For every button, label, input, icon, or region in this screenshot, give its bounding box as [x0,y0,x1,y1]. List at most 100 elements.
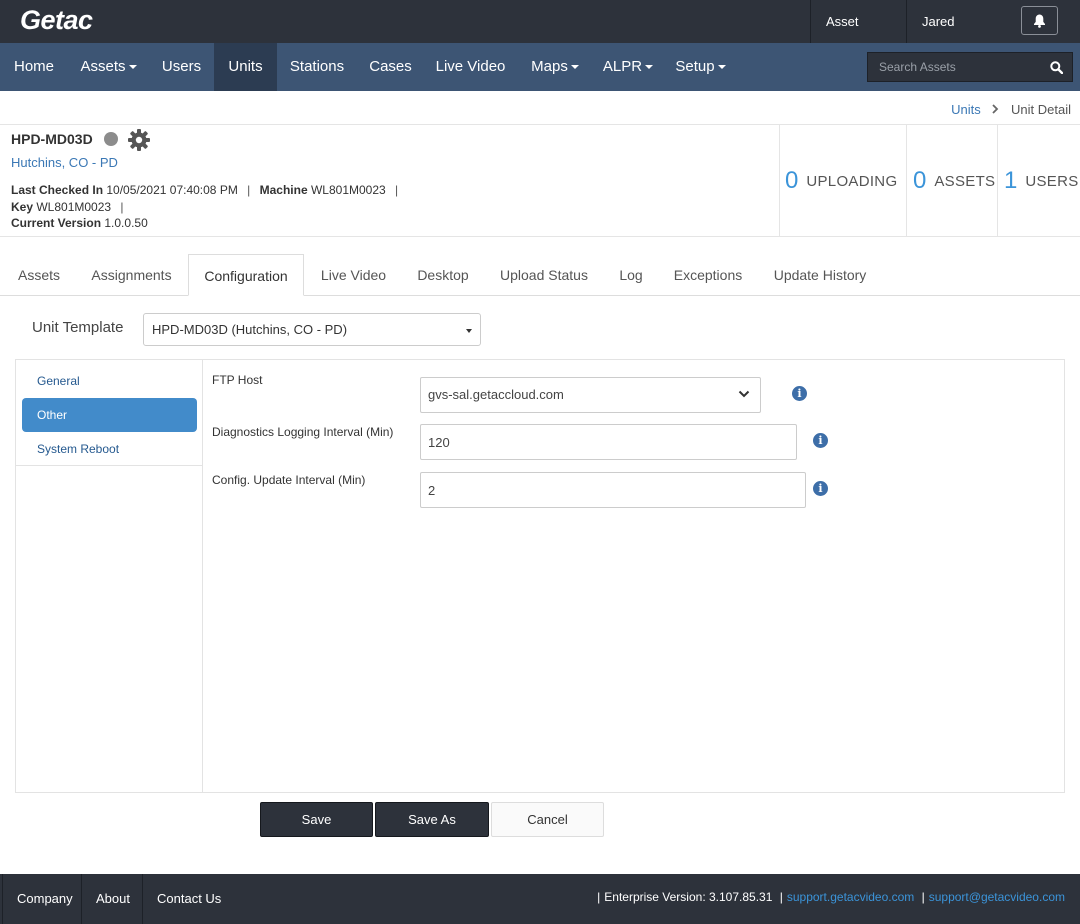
footer-support-email-link[interactable]: support@getacvideo.com [929,890,1065,904]
gear-icon [128,129,150,151]
nav-maps[interactable]: Maps [517,43,593,91]
diag-interval-input[interactable] [420,424,797,460]
tab-desktop[interactable]: Desktop [402,254,484,296]
asset-bucket-link[interactable]: Asset Bucket [810,0,906,72]
chevron-right-icon [992,102,1003,117]
section-other[interactable]: Other [22,398,197,432]
meta-separator: | [120,200,124,214]
footer: Company About Contact Us | Enterprise Ver… [0,874,1080,924]
nav-units[interactable]: Units [214,43,277,91]
unit-template-select[interactable]: HPD-MD03D (Hutchins, CO - PD) [143,313,481,346]
stat-assets-label: ASSETS [934,172,996,190]
footer-contact-link[interactable]: Contact Us [142,874,235,924]
config-interval-label: Config. Update Interval (Min) [212,473,366,487]
unit-name: HPD-MD03D [11,131,93,147]
getac-logo[interactable]: Getac [20,5,93,36]
meta-separator: | [247,183,251,197]
last-checked-value: 10/05/2021 07:40:08 PM [106,183,238,197]
stat-uploading[interactable]: 0 UPLOADING [779,125,906,237]
caret-down-icon [128,65,137,70]
unit-template-value: HPD-MD03D (Hutchins, CO - PD) [152,322,348,337]
tab-assets[interactable]: Assets [5,254,73,296]
footer-separator: | [921,890,925,904]
nav-live-video[interactable]: Live Video [424,43,517,91]
chevron-down-icon [738,390,750,398]
unit-template-label: Unit Template [32,319,124,336]
nav-alpr[interactable]: ALPR [593,43,663,91]
unit-meta-line-3: Current Version 1.0.0.50 [11,216,148,230]
save-as-button[interactable]: Save As [375,802,489,837]
search-button[interactable] [1040,53,1072,81]
section-system-reboot[interactable]: System Reboot [22,432,197,466]
tab-live-video[interactable]: Live Video [306,254,401,296]
nav-setup-label: Setup [675,58,715,75]
footer-separator: | [597,890,601,904]
tab-update-history[interactable]: Update History [758,254,882,296]
nav-users[interactable]: Users [149,43,214,91]
top-bar: Getac Asset Bucket Jared Hutchins [0,0,1080,72]
nav-cases[interactable]: Cases [357,43,424,91]
nav-setup[interactable]: Setup [663,43,738,91]
footer-separator: | [779,890,783,904]
footer-about-link[interactable]: About [81,874,144,924]
search-box [867,52,1073,82]
user-menu[interactable]: Jared Hutchins [906,0,1021,72]
nav-maps-label: Maps [531,58,568,75]
unit-meta-line-2: Key WL801M0023 | [11,200,130,214]
info-icon[interactable]: i [813,481,828,496]
notifications-button[interactable] [1021,6,1058,35]
tab-assignments[interactable]: Assignments [76,254,187,296]
stat-users-label: USERS [1025,172,1079,190]
breadcrumb-units-link[interactable]: Units [951,102,981,117]
stat-uploading-label: UPLOADING [806,172,898,190]
config-interval-input[interactable] [420,472,806,508]
bell-icon [1034,14,1045,28]
stat-assets-count: 0 [913,167,927,194]
divider [0,236,1080,237]
unit-meta-line-1: Last Checked In 10/05/2021 07:40:08 PM |… [11,183,404,197]
main-nav: Home Assets Users Units Stations Cases L… [0,43,1080,91]
search-input[interactable] [868,53,1038,81]
nav-home[interactable]: Home [0,43,68,91]
config-sidebar: General Other System Reboot [16,360,203,792]
tab-exceptions[interactable]: Exceptions [659,254,757,296]
diag-interval-label: Diagnostics Logging Interval (Min) [212,425,394,439]
footer-version: Enterprise Version: 3.107.85.31 [604,890,773,904]
breadcrumb-current: Unit Detail [1011,102,1071,117]
tab-configuration[interactable]: Configuration [188,254,304,296]
breadcrumb: Units Unit Detail [951,102,1071,117]
version-label: Current Version [11,216,102,230]
meta-separator: | [395,183,399,197]
info-icon[interactable]: i [813,433,828,448]
tab-upload-status[interactable]: Upload Status [485,254,603,296]
search-icon [1049,60,1063,74]
ftp-host-value: gvs-sal.getaccloud.com [428,387,564,402]
key-label: Key [11,200,34,214]
nav-assets-label: Assets [80,58,126,75]
machine-value: WL801M0023 [310,183,386,197]
footer-company-link[interactable]: Company [2,874,87,924]
key-value: WL801M0023 [36,200,112,214]
info-icon[interactable]: i [792,386,807,401]
stat-users[interactable]: 1 USERS [997,125,1080,237]
cancel-button[interactable]: Cancel [491,802,604,837]
status-dot-icon [104,132,118,146]
unit-agency-link[interactable]: Hutchins, CO - PD [11,155,118,170]
tab-log[interactable]: Log [604,254,658,296]
caret-down-icon [570,65,579,70]
nav-alpr-label: ALPR [602,58,643,75]
stat-assets[interactable]: 0 ASSETS [906,125,997,237]
ftp-host-select[interactable]: gvs-sal.getaccloud.com [420,377,761,413]
machine-label: Machine [259,183,308,197]
save-button[interactable]: Save [260,802,373,837]
version-value: 1.0.0.50 [104,216,148,230]
nav-stations[interactable]: Stations [277,43,357,91]
footer-info: | Enterprise Version: 3.107.85.31 | suppor… [593,874,1065,920]
nav-assets[interactable]: Assets [68,43,149,91]
caret-down-icon [466,329,472,333]
footer-support-site-link[interactable]: support.getacvideo.com [787,890,914,904]
stat-uploading-count: 0 [785,167,799,194]
unit-settings-button[interactable] [127,128,151,157]
stat-users-count: 1 [1004,167,1018,194]
section-general[interactable]: General [22,364,197,398]
